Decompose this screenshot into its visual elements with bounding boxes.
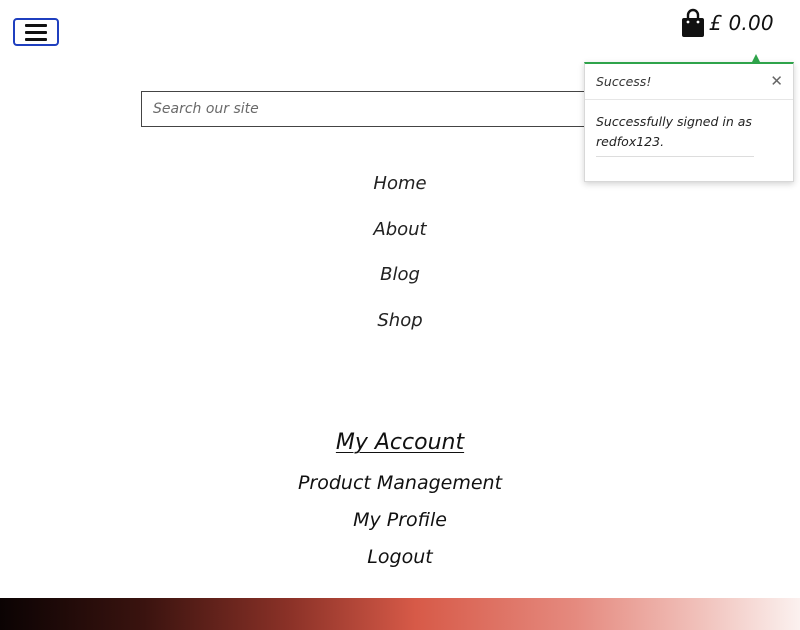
bag-total: £ 0.00 [709, 11, 774, 35]
hamburger-icon-bar [25, 37, 47, 41]
nav-link-shop[interactable]: Shop [0, 305, 800, 351]
close-icon[interactable]: ✕ [770, 74, 783, 89]
shopping-bag-icon [682, 8, 704, 37]
toast-header: Success! ✕ [585, 64, 793, 100]
toast-title: Success! [596, 74, 652, 89]
nav-link-about[interactable]: About [0, 214, 800, 260]
hamburger-icon [25, 23, 47, 27]
success-toast: Success! ✕ Successfully signed in as red… [584, 54, 794, 182]
product-management-link[interactable]: Product Management [0, 465, 800, 502]
toast-message: Successfully signed in as redfox123. [596, 112, 754, 157]
menu-toggle-button[interactable] [13, 18, 59, 46]
hamburger-icon-bar [25, 30, 47, 34]
toast-arrow [752, 54, 760, 62]
my-account-link[interactable]: My Account [336, 427, 464, 459]
footer-gradient-bar [0, 598, 800, 630]
main-nav: Home About Blog Shop [0, 168, 800, 350]
nav-link-blog[interactable]: Blog [0, 259, 800, 305]
toast-body: Successfully signed in as redfox123. [585, 100, 793, 157]
account-nav: My Account Product Management My Profile… [0, 427, 800, 576]
my-profile-link[interactable]: My Profile [0, 502, 800, 539]
logout-link[interactable]: Logout [0, 539, 800, 576]
shopping-bag-link[interactable]: £ 0.00 [681, 8, 774, 38]
search-input[interactable] [141, 91, 661, 127]
